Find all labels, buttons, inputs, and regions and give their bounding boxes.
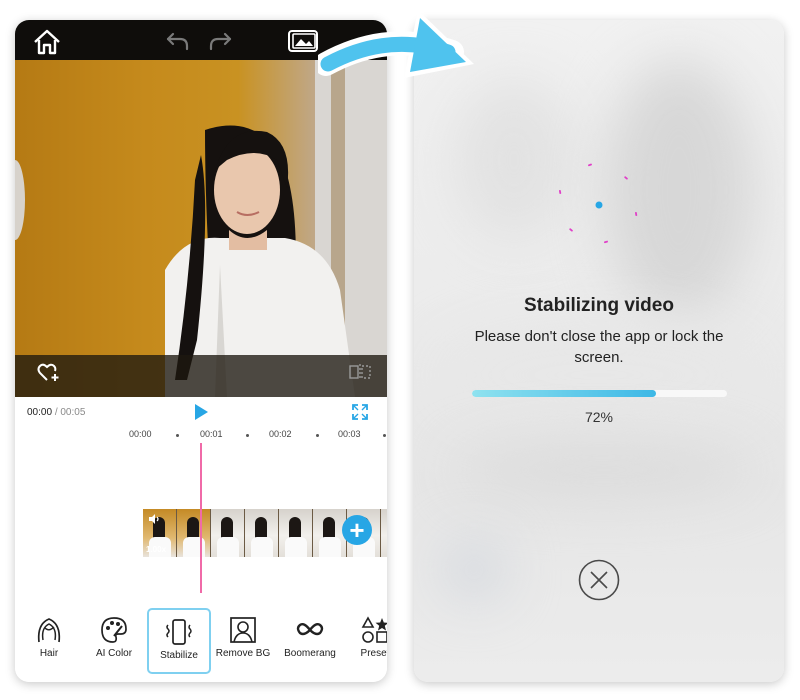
progress-percent: 72% bbox=[584, 409, 614, 425]
blurred-background bbox=[454, 440, 754, 500]
timeline-ruler[interactable]: 00:00 00:01 00:02 00:03 bbox=[15, 429, 387, 443]
tool-label: Hair bbox=[39, 648, 59, 659]
undo-icon[interactable] bbox=[165, 30, 191, 57]
timecode-total: / 00:05 bbox=[54, 407, 86, 418]
tool-preset[interactable]: Preset bbox=[345, 608, 387, 674]
volume-icon[interactable] bbox=[148, 511, 160, 529]
remove-bg-icon bbox=[230, 617, 256, 643]
progress-fill bbox=[472, 390, 656, 397]
tool-hair[interactable]: Hair bbox=[18, 608, 80, 674]
tool-stabilize[interactable]: Stabilize bbox=[147, 608, 211, 674]
palette-icon bbox=[101, 617, 127, 643]
tool-bar: Hair AI Color Stabilize Remove BG Boomer… bbox=[15, 608, 387, 682]
ruler-dot bbox=[316, 434, 319, 437]
stabilizing-screen: Stabilizing video Please don't close the… bbox=[414, 20, 784, 682]
video-overlay-bar bbox=[15, 355, 387, 397]
tool-label: Remove BG bbox=[215, 648, 271, 659]
tool-ai-color[interactable]: AI Color bbox=[83, 608, 145, 674]
preset-icon bbox=[361, 616, 387, 643]
video-preview[interactable] bbox=[15, 60, 387, 397]
clip-thumbnail bbox=[381, 509, 387, 557]
processing-title: Stabilizing video bbox=[524, 295, 674, 316]
timecode: 00:00 / 00:05 bbox=[27, 407, 85, 418]
ruler-dot bbox=[246, 434, 249, 437]
ruler-dot bbox=[383, 434, 386, 437]
clip-thumbnail bbox=[211, 509, 245, 557]
redo-icon[interactable] bbox=[207, 30, 233, 57]
gallery-icon[interactable] bbox=[287, 29, 319, 58]
blurred-background bbox=[444, 540, 504, 600]
boomerang-icon bbox=[296, 622, 324, 636]
home-icon[interactable] bbox=[31, 28, 63, 61]
tool-boomerang[interactable]: Boomerang bbox=[277, 608, 343, 674]
ruler-tick: 00:00 bbox=[129, 429, 152, 439]
ruler-tick: 00:03 bbox=[338, 429, 361, 439]
ruler-dot bbox=[176, 434, 179, 437]
close-icon bbox=[578, 559, 620, 601]
loading-spinner bbox=[558, 163, 638, 244]
clip-thumbnail bbox=[279, 509, 313, 557]
clip-speed-badge: 1.00x bbox=[146, 545, 167, 554]
transition-arrow-icon bbox=[318, 10, 474, 78]
hair-icon bbox=[37, 618, 61, 643]
video-frame-person bbox=[15, 60, 387, 397]
tool-label: Preset bbox=[360, 648, 387, 659]
editor-screen: 00:00 / 00:05 00:00 00:01 00:02 00:03 1.… bbox=[15, 20, 387, 682]
tool-label: Boomerang bbox=[284, 648, 336, 659]
processing-message: Please don't close the app or lock the s… bbox=[474, 328, 724, 366]
playhead[interactable] bbox=[200, 443, 202, 593]
clip-thumbnail bbox=[177, 509, 211, 557]
play-icon[interactable] bbox=[193, 403, 209, 426]
plus-icon: + bbox=[349, 515, 365, 545]
stabilize-icon bbox=[166, 619, 192, 645]
fullscreen-icon[interactable] bbox=[351, 403, 369, 426]
cancel-button[interactable] bbox=[577, 558, 621, 607]
timecode-current: 00:00 bbox=[27, 407, 53, 418]
compare-icon[interactable] bbox=[349, 364, 371, 385]
tool-label: Stabilize bbox=[160, 650, 198, 661]
tool-remove-bg[interactable]: Remove BG bbox=[212, 608, 274, 674]
progress-bar bbox=[472, 390, 727, 397]
ruler-tick: 00:02 bbox=[269, 429, 292, 439]
favorite-add-icon[interactable] bbox=[37, 362, 61, 387]
add-clip-button[interactable]: + bbox=[342, 515, 372, 545]
timeline-controls: 00:00 / 00:05 00:00 00:01 00:02 00:03 1.… bbox=[15, 397, 387, 627]
tool-label: AI Color bbox=[95, 648, 133, 659]
ruler-tick: 00:01 bbox=[200, 429, 223, 439]
clip-thumbnail bbox=[245, 509, 279, 557]
